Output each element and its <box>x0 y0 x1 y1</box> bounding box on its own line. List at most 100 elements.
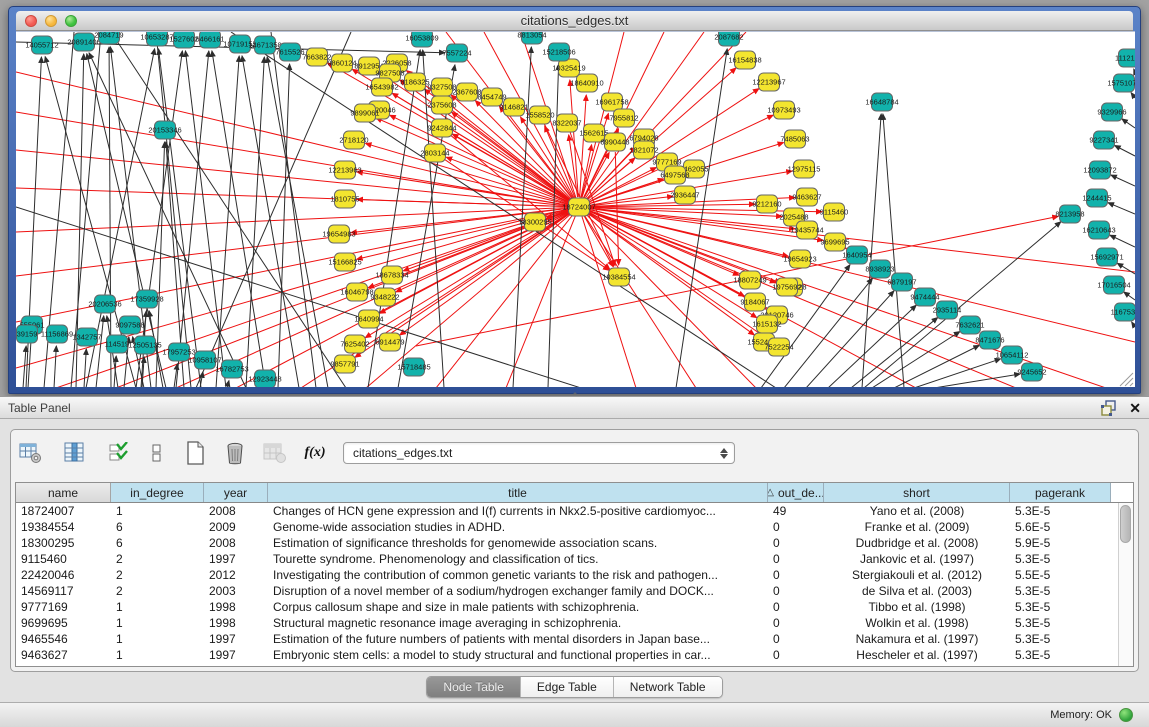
graph-node[interactable]: 8186325 <box>400 73 429 91</box>
graph-node[interactable]: 7485063 <box>780 130 809 148</box>
graph-node[interactable]: 14055712 <box>25 36 58 54</box>
canvas-resize-grip[interactable] <box>1120 373 1133 386</box>
graph-node[interactable]: 7625402 <box>340 335 369 353</box>
graph-node[interactable]: 9212160 <box>752 195 781 213</box>
column-header-short[interactable]: short <box>824 483 1010 502</box>
graph-node[interactable]: 18678334 <box>375 266 408 284</box>
graph-node[interactable]: 9857791 <box>330 355 359 373</box>
graph-node[interactable]: 8990448 <box>600 133 629 151</box>
table-scrollbar[interactable] <box>1118 503 1133 666</box>
table-row[interactable]: 1938455462009Genome-wide association stu… <box>16 519 1133 535</box>
show-column-icon[interactable] <box>61 440 89 466</box>
memory-status-indicator-icon[interactable] <box>1119 708 1133 722</box>
graph-node[interactable]: 39159 <box>17 325 38 343</box>
tab-edge-table[interactable]: Edge Table <box>521 677 614 697</box>
graph-node[interactable]: 1342757 <box>72 328 101 346</box>
graph-node[interactable]: 2803144 <box>420 144 449 162</box>
network-canvas[interactable]: 1872400776638229860124891295422260589827… <box>16 31 1135 387</box>
import-table-icon[interactable] <box>261 440 289 466</box>
table-row[interactable]: 1830029562008Estimation of significance … <box>16 535 1133 551</box>
table-select[interactable]: citations_edges.txt <box>343 442 735 464</box>
graph-node[interactable]: 1975692 <box>772 278 801 296</box>
new-table-icon[interactable] <box>181 440 209 466</box>
graph-node[interactable]: 15218506 <box>542 43 575 61</box>
close-panel-icon[interactable]: ✕ <box>1129 401 1141 415</box>
graph-node[interactable]: 7632621 <box>955 316 984 334</box>
table-scrollbar-thumb[interactable] <box>1120 505 1131 543</box>
graph-node[interactable]: 1640954 <box>842 246 871 264</box>
graph-node[interactable]: 20206536 <box>88 295 121 313</box>
graph-node[interactable]: 7615526 <box>275 43 304 61</box>
graph-node[interactable]: 12213963 <box>328 161 361 179</box>
graph-node[interactable]: 15751074 <box>1107 74 1135 92</box>
float-panel-icon[interactable] <box>1101 400 1117 416</box>
graph-node[interactable]: 2375608 <box>427 96 456 114</box>
graph-node[interactable]: 9474444 <box>910 288 939 306</box>
graph-node[interactable]: 2718120 <box>339 131 368 149</box>
graph-node[interactable]: 9899061 <box>350 104 379 122</box>
graph-node[interactable]: 12213967 <box>752 73 785 91</box>
function-builder-icon[interactable]: f(x) <box>301 440 329 466</box>
graph-node[interactable]: 9329966 <box>1097 103 1126 121</box>
column-header-year[interactable]: year <box>204 483 268 502</box>
graph-node[interactable]: 8322037 <box>552 114 581 132</box>
table-row[interactable]: 977716911998Corpus callosum shape and si… <box>16 599 1133 615</box>
graph-node[interactable]: 10654112 <box>996 346 1029 364</box>
graph-node[interactable]: 19654923 <box>783 250 816 268</box>
row-options-icon[interactable] <box>143 440 171 466</box>
delete-table-icon[interactable] <box>221 440 249 466</box>
graph-node[interactable]: 6497568 <box>660 166 689 184</box>
graph-node[interactable]: 1810755 <box>330 190 359 208</box>
graph-node[interactable]: 9348222 <box>370 288 399 306</box>
graph-node[interactable]: 1640994 <box>354 310 383 328</box>
graph-node[interactable]: 9097588 <box>115 316 144 334</box>
table-row[interactable]: 969969511998Structural magnetic resonanc… <box>16 615 1133 631</box>
graph-node[interactable]: 7557224 <box>442 44 471 62</box>
graph-node[interactable]: 2087682 <box>714 32 743 46</box>
graph-node[interactable]: 12923448 <box>248 370 281 387</box>
window-title-bar[interactable]: citations_edges.txt <box>16 11 1133 31</box>
graph-node[interactable]: 16210643 <box>1082 221 1115 239</box>
table-row[interactable]: 1456911722003Disruption of a novel membe… <box>16 583 1133 599</box>
graph-node[interactable]: 18807249 <box>733 271 766 289</box>
graph-node[interactable]: 16648784 <box>865 93 898 111</box>
graph-node[interactable]: 16961758 <box>595 93 628 111</box>
graph-node[interactable]: 1558520 <box>525 106 554 124</box>
graph-node[interactable]: 7522254 <box>764 338 793 356</box>
graph-node[interactable]: 11156869 <box>41 325 73 343</box>
graph-node[interactable]: 6914479 <box>375 333 404 351</box>
graph-node[interactable]: 1615132 <box>752 315 781 333</box>
graph-node[interactable]: 8813054 <box>517 32 546 44</box>
graph-node[interactable]: 19384554 <box>602 268 635 286</box>
column-header-title[interactable]: title <box>268 483 768 502</box>
graph-node[interactable]: 114519 <box>105 335 129 353</box>
column-header-in_degree[interactable]: in_degree <box>111 483 204 502</box>
graph-node[interactable]: 16053809 <box>405 32 438 47</box>
table-row[interactable]: 946554611997Estimation of the future num… <box>16 631 1133 647</box>
graph-node[interactable]: 8471676 <box>975 331 1004 349</box>
column-header-pagerank[interactable]: pagerank <box>1010 483 1111 502</box>
graph-node[interactable]: 15692971 <box>1090 248 1123 266</box>
table-row[interactable]: 946362711997Embryonic stem cells: a mode… <box>16 647 1133 663</box>
table-row[interactable]: 1872400712008Changes of HCN gene express… <box>16 503 1133 519</box>
table-row[interactable]: 2242004622012Investigating the contribut… <box>16 567 1133 583</box>
graph-node[interactable]: 6879197 <box>887 273 916 291</box>
graph-node[interactable]: 12975115 <box>788 160 821 178</box>
graph-node[interactable]: 9146821 <box>499 98 528 116</box>
graph-node[interactable]: 9245652 <box>1017 363 1046 381</box>
tab-network-table[interactable]: Network Table <box>614 677 722 697</box>
graph-node[interactable]: 1112154 <box>1115 49 1135 67</box>
tab-node-table[interactable]: Node Table <box>427 677 521 697</box>
graph-node[interactable]: 9242844 <box>427 119 456 137</box>
create-column-icon[interactable] <box>17 440 45 466</box>
graph-node[interactable]: 9463627 <box>792 188 821 206</box>
graph-node[interactable]: 1167539 <box>1111 303 1135 321</box>
graph-node[interactable]: 20153346 <box>148 121 181 139</box>
graph-node[interactable]: 7955812 <box>609 109 638 127</box>
graph-node[interactable]: 9184067 <box>740 293 769 311</box>
graph-node[interactable]: 1821072 <box>629 141 658 159</box>
graph-node[interactable]: 8213958 <box>1055 205 1084 223</box>
graph-node[interactable]: 9860124 <box>327 54 356 72</box>
graph-node[interactable]: 2936447 <box>670 186 699 204</box>
column-header-out_de[interactable]: △out_de... <box>768 483 824 502</box>
